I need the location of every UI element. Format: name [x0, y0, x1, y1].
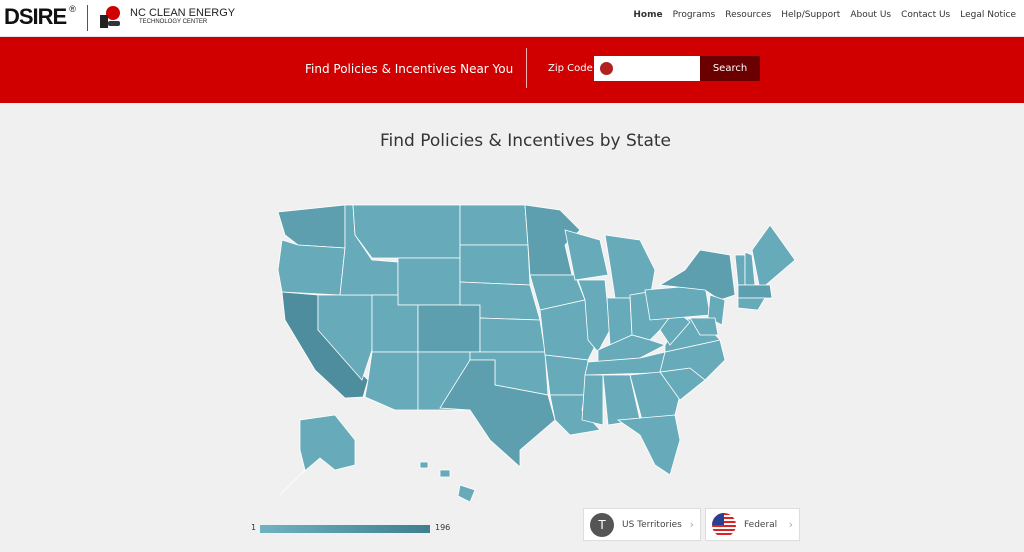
us-flag-icon	[712, 512, 736, 537]
state-ms[interactable]	[581, 374, 604, 426]
state-hi3[interactable]	[457, 484, 476, 503]
state-pa[interactable]	[644, 284, 711, 321]
state-ar[interactable]	[544, 354, 589, 396]
legend-min: 1	[251, 523, 257, 532]
state-mt[interactable]	[352, 204, 461, 259]
legend-gradient-bar	[260, 525, 430, 533]
state-me[interactable]	[751, 224, 796, 291]
state-ma[interactable]	[737, 284, 773, 299]
legend-max: 196	[435, 523, 451, 532]
state-ks[interactable]	[479, 317, 546, 353]
state-az[interactable]	[364, 351, 419, 411]
chevron-right-icon: ›	[788, 518, 793, 531]
state-co[interactable]	[417, 304, 481, 353]
state-or[interactable]	[277, 239, 346, 296]
state-wy[interactable]	[397, 257, 461, 306]
state-vt[interactable]	[734, 254, 746, 286]
card-label: Federal	[744, 519, 778, 530]
state-mi[interactable]	[604, 234, 656, 299]
state-ak[interactable]	[279, 414, 356, 496]
state-hi1[interactable]	[419, 461, 429, 469]
federal-button[interactable]: Federal ›	[705, 508, 800, 541]
us-state-map	[277, 204, 796, 503]
state-fl[interactable]	[616, 414, 681, 476]
state-ct[interactable]	[737, 297, 766, 311]
us-territories-button[interactable]: T US Territories ›	[583, 508, 701, 541]
state-nd[interactable]	[459, 204, 529, 246]
card-label: US Territories	[622, 519, 682, 530]
state-sd[interactable]	[459, 244, 531, 286]
territories-icon: T	[590, 512, 614, 537]
state-hi2[interactable]	[439, 469, 451, 478]
chevron-right-icon: ›	[689, 518, 694, 531]
